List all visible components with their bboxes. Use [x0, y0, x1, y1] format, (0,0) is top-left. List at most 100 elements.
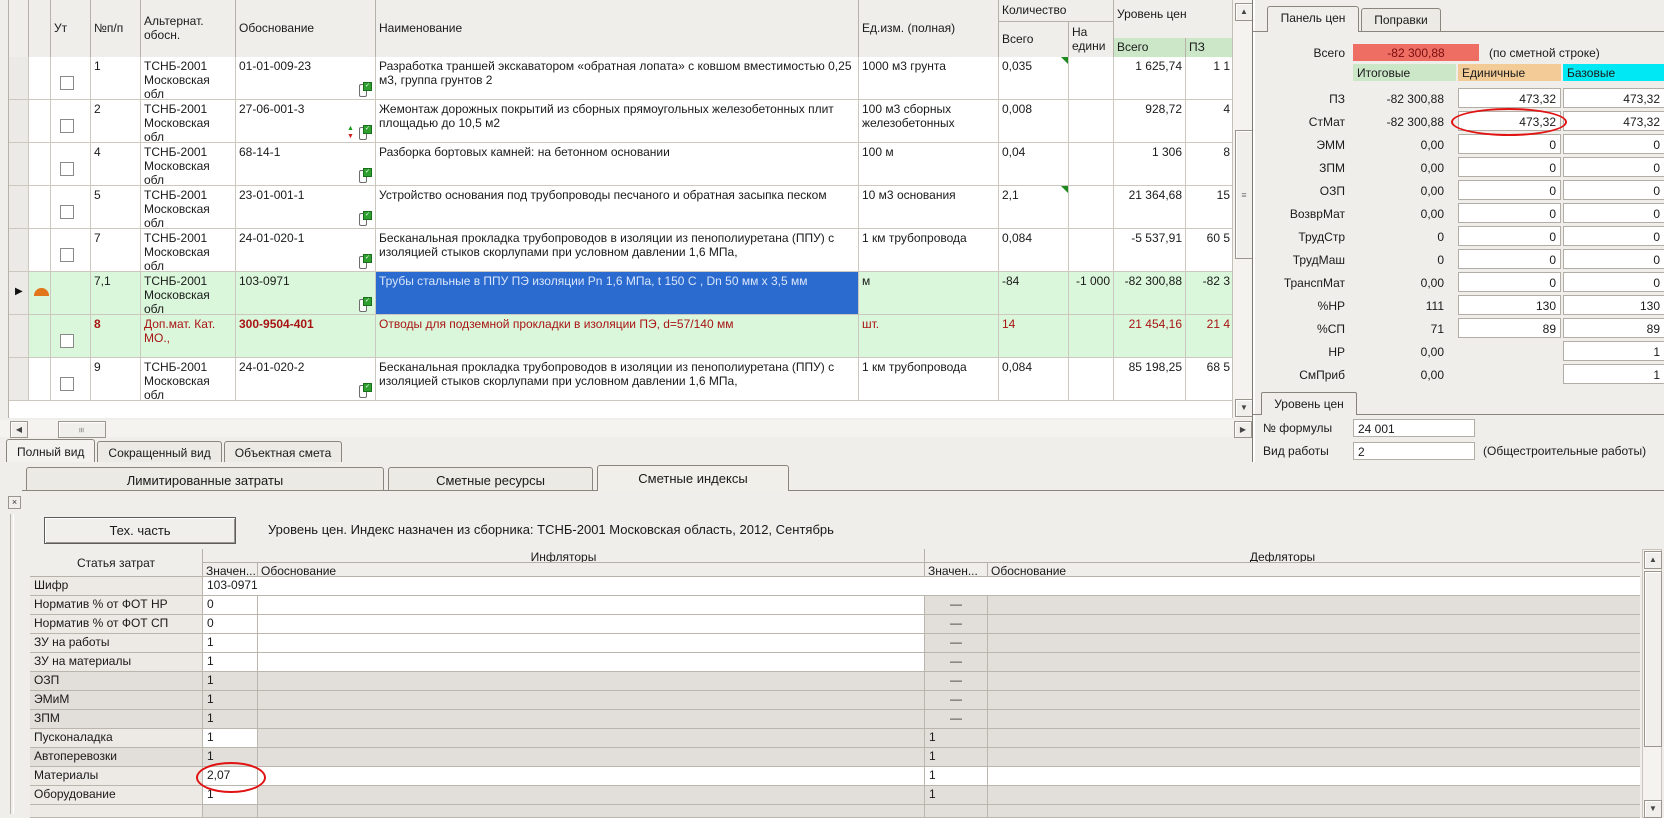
col-cost-item[interactable]: Статья затрат [30, 549, 203, 577]
deflator-value-cell[interactable]: — [925, 653, 988, 672]
inflator-value-cell[interactable] [203, 805, 258, 818]
inflator-value-cell[interactable]: 1 [203, 634, 258, 653]
inflator-justification-cell[interactable] [258, 729, 925, 748]
group-deflators[interactable]: Дефляторы [925, 549, 1640, 563]
price-edin-input[interactable]: 0 [1458, 249, 1561, 269]
deflator-value-cell[interactable] [925, 805, 988, 818]
price-edin-input[interactable]: 473,32 [1458, 111, 1561, 131]
index-table-row[interactable]: ЭМиМ1— [30, 691, 1640, 710]
approve-checkbox[interactable] [60, 205, 74, 219]
inflator-value-cell[interactable]: 2,07 [203, 767, 258, 786]
deflator-value-cell[interactable]: 1 [925, 786, 988, 805]
header-num[interactable]: №п/п [91, 0, 141, 57]
deflator-value-cell[interactable]: 1 [925, 767, 988, 786]
inflator-justification-cell[interactable] [258, 672, 925, 691]
approve-checkbox[interactable] [60, 377, 74, 391]
deflator-value-cell[interactable]: — [925, 672, 988, 691]
table-row[interactable]: 7ТСНБ-2001 Московская обл24-01-020-1✓Бес… [9, 229, 1233, 272]
price-baz-input[interactable]: 0 [1563, 203, 1664, 223]
header-alt[interactable]: Альтернат. обосн. [141, 0, 236, 57]
price-baz-input[interactable]: 473,32 [1563, 111, 1664, 131]
item-name-cell[interactable]: Устройство основания под трубопроводы пе… [376, 186, 859, 228]
deflator-justification-cell[interactable] [988, 634, 1640, 653]
header-price-level[interactable]: Уровень цен [1114, 0, 1233, 38]
index-table-row[interactable]: Автоперевозки11 [30, 748, 1640, 767]
item-name-cell[interactable]: Бесканальная прокладка трубопроводов в и… [376, 229, 859, 271]
item-name-cell[interactable]: Разборка бортовых камней: на бетонном ос… [376, 143, 859, 185]
vertical-scroll-thumb[interactable]: ≡ [1235, 130, 1253, 259]
price-edin-input[interactable]: 0 [1458, 272, 1561, 292]
col-inflator-just[interactable]: Обоснование [258, 563, 925, 577]
inflator-justification-cell[interactable] [258, 596, 925, 615]
deflator-value-cell[interactable]: — [925, 710, 988, 729]
table-row[interactable]: 8Доп.мат. Кат. МО.,300-9504-401Отводы дл… [9, 315, 1233, 358]
deflator-justification-cell[interactable] [988, 691, 1640, 710]
tab-full-view[interactable]: Полный вид [6, 439, 95, 462]
price-edin-input[interactable]: 0 [1458, 157, 1561, 177]
deflator-value-cell[interactable]: — [925, 615, 988, 634]
inflator-justification-cell[interactable] [258, 710, 925, 729]
inflator-justification-cell[interactable] [258, 634, 925, 653]
inflator-justification-cell[interactable] [258, 767, 925, 786]
index-table-row[interactable]: ЗУ на работы1— [30, 634, 1640, 653]
tab-short-view[interactable]: Сокращенный вид [97, 441, 221, 462]
price-baz-input[interactable]: 1 [1563, 364, 1664, 384]
header-qty-group[interactable]: Количество [999, 0, 1114, 22]
inflator-justification-cell[interactable] [258, 615, 925, 634]
header-ut[interactable]: Ут [51, 0, 91, 57]
inflator-justification-cell[interactable] [258, 805, 925, 818]
deflator-justification-cell[interactable] [988, 729, 1640, 748]
pane-splitter[interactable] [10, 514, 14, 814]
inflator-value-cell[interactable]: 1 [203, 786, 258, 805]
col-deflator-just[interactable]: Обоснование [988, 563, 1640, 577]
table-horizontal-scrollbar[interactable]: ◀ ≡ ▶ [0, 420, 1252, 437]
note-icon[interactable]: ✓ [359, 297, 372, 312]
inflator-value-cell[interactable]: 0 [203, 596, 258, 615]
index-table-row[interactable]: Материалы2,071 [30, 767, 1640, 786]
group-inflators[interactable]: Инфляторы [203, 549, 925, 563]
index-table-row[interactable]: Оборудование11 [30, 786, 1640, 805]
deflator-value-cell[interactable]: — [925, 691, 988, 710]
price-baz-input[interactable]: 0 [1563, 180, 1664, 200]
note-icon[interactable]: ✓ [359, 168, 372, 183]
deflator-value-cell[interactable]: — [925, 596, 988, 615]
note-icon[interactable]: ✓ [359, 383, 372, 398]
deflator-value-cell[interactable]: 1 [925, 729, 988, 748]
deflator-justification-cell[interactable] [988, 786, 1640, 805]
header-price-pz[interactable]: ПЗ [1186, 38, 1233, 57]
deflator-justification-cell[interactable] [988, 596, 1640, 615]
deflator-justification-cell[interactable] [988, 748, 1640, 767]
tab-price-level[interactable]: Уровень цен [1261, 392, 1357, 415]
table-row[interactable]: 5ТСНБ-2001 Московская обл23-01-001-1✓Уст… [9, 186, 1233, 229]
vertical-scroll-thumb[interactable] [1644, 571, 1662, 747]
price-edin-input[interactable]: 130 [1458, 295, 1561, 315]
tab-estimate-resources[interactable]: Сметные ресурсы [388, 467, 593, 491]
tab-object-estimate[interactable]: Объектная смета [224, 441, 343, 462]
table-vertical-scrollbar[interactable]: ▲ ≡ ▼ [1232, 0, 1253, 418]
item-name-cell[interactable]: Разработка траншей экскаватором «обратна… [376, 57, 859, 99]
note-icon[interactable]: ✓ [359, 211, 372, 226]
deflator-value-cell[interactable]: — [925, 634, 988, 653]
close-pane-button[interactable]: × [8, 496, 21, 509]
table-row[interactable]: 2ТСНБ-2001 Московская обл27-06-001-3▲▼✓Ж… [9, 100, 1233, 143]
deflator-value-cell[interactable]: 1 [925, 748, 988, 767]
formula-number-input[interactable]: 24 001 [1353, 419, 1475, 437]
note-icon[interactable]: ✓ [359, 254, 372, 269]
note-icon[interactable]: ✓ [359, 82, 372, 97]
inflator-justification-cell[interactable] [258, 748, 925, 767]
scroll-left-button[interactable]: ◀ [10, 421, 28, 438]
tech-part-button[interactable]: Тех. часть [44, 517, 236, 544]
index-table-row[interactable]: ЗУ на материалы1— [30, 653, 1640, 672]
approve-checkbox[interactable] [60, 334, 74, 348]
work-kind-input[interactable]: 2 [1353, 442, 1475, 460]
item-name-cell[interactable]: Бесканальная прокладка трубопроводов в и… [376, 358, 859, 400]
deflator-justification-cell[interactable] [988, 767, 1640, 786]
inflator-value-cell[interactable]: 1 [203, 691, 258, 710]
deflator-justification-cell[interactable] [988, 615, 1640, 634]
index-table-row[interactable]: Норматив % от ФОТ НР0— [30, 596, 1640, 615]
table-row[interactable]: 9ТСНБ-2001 Московская обл24-01-020-2✓Бес… [9, 358, 1233, 401]
header-qty-total[interactable]: Всего [999, 22, 1069, 57]
index-table-row[interactable]: Шифр103-0971 [30, 577, 1640, 596]
index-table-row[interactable] [30, 805, 1640, 818]
col-inflator-value[interactable]: Значен... [203, 563, 258, 577]
